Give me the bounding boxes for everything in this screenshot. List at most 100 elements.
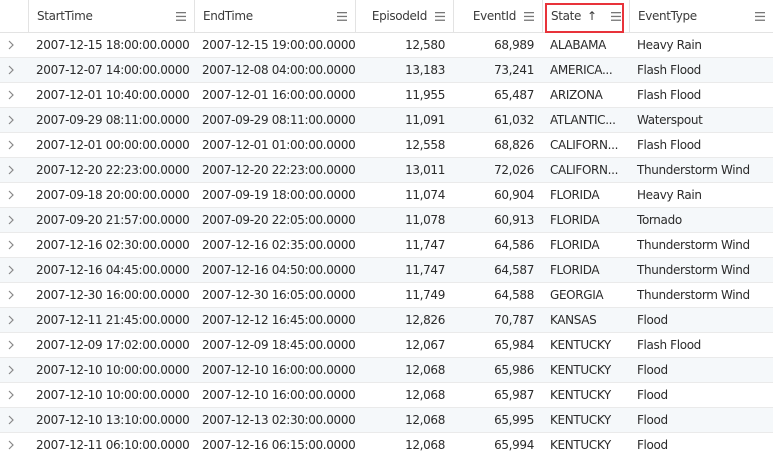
column-menu-icon[interactable] — [611, 11, 621, 21]
cell-state: KENTUCKY — [550, 363, 611, 377]
column-header-label: State ↑ — [551, 9, 597, 23]
cell-eventtype: Thunderstorm Wind — [637, 263, 750, 277]
cell-eventtype: Flash Flood — [637, 63, 701, 77]
cell-state: KENTUCKY — [550, 338, 611, 352]
cell-eventid: 65,487 — [494, 88, 534, 102]
cell-state: FLORIDA — [550, 188, 600, 202]
column-header-episodeid[interactable]: EpisodeId — [356, 0, 454, 32]
cell-eventid: 64,588 — [494, 288, 534, 302]
expand-row-chevron-icon[interactable] — [0, 283, 28, 307]
cell-state: KENTUCKY — [550, 438, 611, 452]
cell-endtime: 2007-12-16 02:35:00.0000 — [202, 238, 355, 252]
cell-eventid: 61,032 — [494, 113, 534, 127]
table-row[interactable]: 2007-12-10 13:10:00.0000 2007-12-13 02:3… — [0, 408, 773, 433]
cell-starttime: 2007-12-09 17:02:00.0000 — [36, 338, 190, 352]
expand-row-chevron-icon[interactable] — [0, 383, 28, 407]
table-row[interactable]: 2007-12-01 10:40:00.0000 2007-12-01 16:0… — [0, 83, 773, 108]
cell-state: KANSAS — [550, 313, 597, 327]
expand-row-chevron-icon[interactable] — [0, 258, 28, 282]
column-header-label: StartTime — [37, 9, 93, 23]
column-header-state[interactable]: State ↑ — [543, 0, 630, 32]
table-row[interactable]: 2007-12-30 16:00:00.0000 2007-12-30 16:0… — [0, 283, 773, 308]
expand-row-chevron-icon[interactable] — [0, 408, 28, 432]
cell-eventid: 73,241 — [494, 63, 534, 77]
expand-row-chevron-icon[interactable] — [0, 133, 28, 157]
table-row[interactable]: 2007-12-07 14:00:00.0000 2007-12-08 04:0… — [0, 58, 773, 83]
column-menu-icon[interactable] — [337, 11, 347, 21]
expand-row-chevron-icon[interactable] — [0, 183, 28, 207]
table-row[interactable]: 2007-09-29 08:11:00.0000 2007-09-29 08:1… — [0, 108, 773, 133]
cell-eventtype: Thunderstorm Wind — [637, 238, 750, 252]
table-row[interactable]: 2007-12-16 04:45:00.0000 2007-12-16 04:5… — [0, 258, 773, 283]
table-row[interactable]: 2007-12-16 02:30:00.0000 2007-12-16 02:3… — [0, 233, 773, 258]
column-header-label: EndTime — [203, 9, 253, 23]
table-row[interactable]: 2007-09-20 21:57:00.0000 2007-09-20 22:0… — [0, 208, 773, 233]
table-row[interactable]: 2007-12-10 10:00:00.0000 2007-12-10 16:0… — [0, 358, 773, 383]
cell-state: FLORIDA — [550, 263, 600, 277]
cell-endtime: 2007-09-20 22:05:00.0000 — [202, 213, 355, 227]
column-header-label: EpisodeId — [371, 9, 427, 23]
column-header-starttime[interactable]: StartTime — [29, 0, 195, 32]
cell-eventid: 70,787 — [494, 313, 534, 327]
cell-eventtype: Flood — [637, 413, 668, 427]
expand-row-chevron-icon[interactable] — [0, 233, 28, 257]
expand-row-chevron-icon[interactable] — [0, 33, 28, 57]
expand-column-header — [0, 0, 29, 32]
cell-episodeid: 12,068 — [405, 363, 445, 377]
cell-state: ATLANTIC... — [550, 113, 616, 127]
cell-eventtype: Thunderstorm Wind — [637, 288, 750, 302]
cell-episodeid: 13,011 — [405, 163, 445, 177]
table-row[interactable]: 2007-12-10 10:00:00.0000 2007-12-10 16:0… — [0, 383, 773, 408]
expand-row-chevron-icon[interactable] — [0, 83, 28, 107]
cell-starttime: 2007-12-10 10:00:00.0000 — [36, 363, 190, 377]
cell-state: CALIFORN... — [550, 138, 619, 152]
column-menu-icon[interactable] — [755, 11, 765, 21]
column-header-eventtype[interactable]: EventType — [630, 0, 773, 32]
expand-row-chevron-icon[interactable] — [0, 108, 28, 132]
expand-row-chevron-icon[interactable] — [0, 308, 28, 332]
cell-starttime: 2007-12-10 10:00:00.0000 — [36, 388, 190, 402]
column-header-eventid[interactable]: EventId — [454, 0, 543, 32]
cell-eventid: 64,587 — [494, 263, 534, 277]
cell-eventid: 64,586 — [494, 238, 534, 252]
expand-row-chevron-icon[interactable] — [0, 58, 28, 82]
table-row[interactable]: 2007-12-11 06:10:00.0000 2007-12-16 06:1… — [0, 433, 773, 455]
sort-ascending-icon: ↑ — [587, 9, 597, 23]
expand-row-chevron-icon[interactable] — [0, 358, 28, 382]
cell-endtime: 2007-12-01 01:00:00.0000 — [202, 138, 355, 152]
column-menu-icon[interactable] — [524, 11, 534, 21]
expand-row-chevron-icon[interactable] — [0, 208, 28, 232]
table-row[interactable]: 2007-12-15 18:00:00.0000 2007-12-15 19:0… — [0, 33, 773, 58]
cell-starttime: 2007-12-20 22:23:00.0000 — [36, 163, 190, 177]
cell-episodeid: 12,826 — [405, 313, 445, 327]
cell-eventtype: Flash Flood — [637, 338, 701, 352]
table-row[interactable]: 2007-12-09 17:02:00.0000 2007-12-09 18:4… — [0, 333, 773, 358]
expand-row-chevron-icon[interactable] — [0, 433, 28, 455]
column-menu-icon[interactable] — [435, 11, 445, 21]
grid-header: StartTime EndTime EpisodeId EventId Stat… — [0, 0, 773, 33]
cell-episodeid: 11,747 — [405, 263, 445, 277]
cell-state: CALIFORN... — [550, 163, 619, 177]
cell-episodeid: 12,068 — [405, 388, 445, 402]
table-row[interactable]: 2007-12-11 21:45:00.0000 2007-12-12 16:4… — [0, 308, 773, 333]
cell-endtime: 2007-12-12 16:45:00.0000 — [202, 313, 355, 327]
column-header-endtime[interactable]: EndTime — [195, 0, 356, 32]
expand-row-chevron-icon[interactable] — [0, 158, 28, 182]
cell-episodeid: 11,747 — [405, 238, 445, 252]
cell-endtime: 2007-12-01 16:00:00.0000 — [202, 88, 355, 102]
cell-state: GEORGIA — [550, 288, 604, 302]
column-menu-icon[interactable] — [176, 11, 186, 21]
cell-eventtype: Flood — [637, 363, 668, 377]
table-row[interactable]: 2007-12-01 00:00:00.0000 2007-12-01 01:0… — [0, 133, 773, 158]
cell-endtime: 2007-12-08 04:00:00.0000 — [202, 63, 355, 77]
table-row[interactable]: 2007-12-20 22:23:00.0000 2007-12-20 22:2… — [0, 158, 773, 183]
results-grid: StartTime EndTime EpisodeId EventId Stat… — [0, 0, 773, 455]
cell-starttime: 2007-12-07 14:00:00.0000 — [36, 63, 190, 77]
cell-episodeid: 13,183 — [405, 63, 445, 77]
cell-eventid: 65,984 — [494, 338, 534, 352]
expand-row-chevron-icon[interactable] — [0, 333, 28, 357]
cell-endtime: 2007-12-09 18:45:00.0000 — [202, 338, 355, 352]
cell-starttime: 2007-12-16 04:45:00.0000 — [36, 263, 190, 277]
cell-endtime: 2007-12-13 02:30:00.0000 — [202, 413, 355, 427]
table-row[interactable]: 2007-09-18 20:00:00.0000 2007-09-19 18:0… — [0, 183, 773, 208]
